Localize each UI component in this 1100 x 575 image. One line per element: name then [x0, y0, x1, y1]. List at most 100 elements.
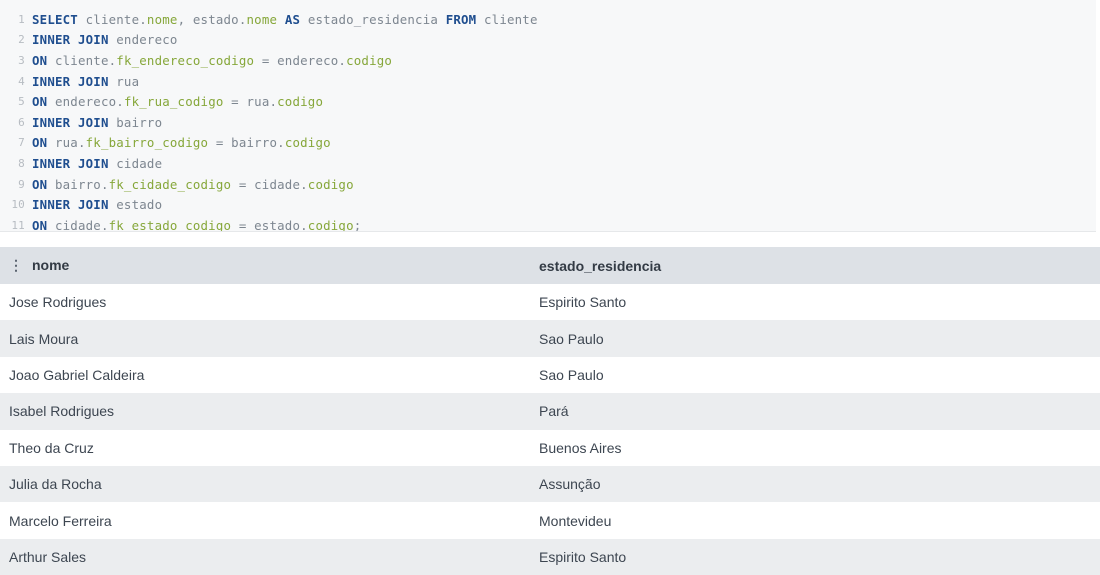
- column-header-label: estado_residencia: [539, 257, 662, 274]
- sql-identifier: rua.: [47, 135, 86, 151]
- column-header-nome[interactable]: ⋮ nome: [0, 247, 528, 284]
- code-line[interactable]: 6 INNER JOIN bairro: [0, 112, 1096, 133]
- cell-nome[interactable]: Lais Moura: [0, 320, 528, 357]
- sql-identifier: cliente: [476, 11, 538, 27]
- sql-property: codigo: [277, 94, 324, 110]
- sql-keyword: AS: [284, 11, 301, 27]
- column-header-label: nome: [32, 257, 70, 273]
- code-line[interactable]: 8 INNER JOIN cidade: [0, 153, 1096, 174]
- sql-identifier: = endereco.: [254, 52, 347, 68]
- table-row[interactable]: Theo da Cruz Buenos Aires: [0, 429, 1100, 466]
- sql-property: fk_rua_codigo: [123, 94, 224, 110]
- cell-nome[interactable]: Marcelo Ferreira: [0, 502, 528, 539]
- cell-estado-residencia[interactable]: Sao Paulo: [528, 356, 1100, 394]
- line-number: 3: [18, 53, 25, 67]
- sql-property: codigo: [346, 52, 393, 68]
- cell-estado-residencia[interactable]: Espirito Santo: [528, 538, 1100, 575]
- cell-nome[interactable]: Arthur Sales: [0, 538, 528, 575]
- cell-estado-residencia[interactable]: Montevideu: [528, 502, 1100, 539]
- cell-nome[interactable]: Jose Rodrigues: [0, 284, 528, 321]
- line-number: 6: [18, 115, 25, 129]
- cell-nome[interactable]: Theo da Cruz: [0, 429, 528, 466]
- table-row[interactable]: Lais Moura Sao Paulo: [0, 320, 1100, 357]
- sql-identifier: = rua.: [223, 94, 278, 110]
- table-row[interactable]: Jose Rodrigues Espirito Santo: [0, 284, 1100, 321]
- cell-nome[interactable]: Isabel Rodrigues: [0, 393, 528, 430]
- table-row[interactable]: Arthur Sales Espirito Santo: [0, 538, 1100, 575]
- sql-identifier: cliente.: [77, 11, 147, 27]
- sql-keyword: INNER JOIN: [32, 155, 109, 171]
- sql-identifier: estado: [108, 197, 163, 213]
- sql-identifier: endereco: [108, 32, 178, 48]
- sql-identifier: = cidade.: [231, 176, 308, 192]
- sql-keyword: INNER JOIN: [32, 73, 109, 89]
- sql-identifier: cidade: [108, 155, 163, 171]
- line-number: 8: [18, 156, 25, 170]
- code-line[interactable]: 3 ON cliente. fk_endereco_codigo = enderec…: [0, 50, 1096, 71]
- sql-keyword: ON: [32, 52, 48, 68]
- code-line[interactable]: 5 ON endereco. fk_rua_codigo = rua. codigo: [0, 91, 1096, 112]
- table-row[interactable]: Julia da Rocha Assunção: [0, 465, 1100, 503]
- line-number: 5: [18, 95, 25, 109]
- sql-identifier: = estado.: [231, 217, 308, 232]
- line-number: 1: [18, 12, 25, 26]
- sql-keyword: ON: [32, 217, 48, 232]
- line-number: 9: [18, 177, 25, 191]
- cell-estado-residencia[interactable]: Sao Paulo: [528, 320, 1100, 357]
- code-line[interactable]: 9 ON bairro. fk_cidade_codigo = cidade. cod…: [0, 174, 1096, 195]
- cell-estado-residencia[interactable]: Espirito Santo: [528, 284, 1100, 321]
- code-line[interactable]: 7 ON rua. fk_bairro_codigo = bairro. codigo: [0, 133, 1096, 154]
- cell-estado-residencia[interactable]: Assunção: [528, 465, 1100, 503]
- sql-keyword: ON: [32, 176, 48, 192]
- sql-property: fk_estado_codigo: [108, 217, 232, 232]
- code-line[interactable]: 11 ON cidade. fk_estado_codigo = estado. co…: [0, 215, 1096, 232]
- sql-property: codigo: [307, 176, 354, 192]
- code-line[interactable]: 2 INNER JOIN endereco: [0, 30, 1096, 51]
- cell-estado-residencia[interactable]: Buenos Aires: [528, 429, 1100, 466]
- sql-keyword: ON: [32, 94, 48, 110]
- sql-property: fk_bairro_codigo: [85, 135, 209, 151]
- sql-identifier: = bairro.: [208, 135, 285, 151]
- sql-identifier: [277, 12, 285, 27]
- sql-editor[interactable]: 1 SELECT cliente. nome, estado. nome AS est…: [0, 0, 1096, 232]
- sql-identifier: cidade.: [47, 217, 109, 232]
- cell-estado-residencia[interactable]: Pará: [528, 393, 1100, 430]
- sql-identifier: cliente.: [47, 52, 117, 68]
- sql-keyword: INNER JOIN: [32, 114, 109, 130]
- cell-nome[interactable]: Joao Gabriel Caldeira: [0, 356, 528, 394]
- sql-identifier: ;: [353, 217, 362, 232]
- line-number: 11: [11, 218, 25, 232]
- kebab-menu-icon[interactable]: ⋮: [9, 257, 23, 273]
- sql-property: nome: [246, 11, 278, 27]
- sql-keyword: SELECT: [32, 11, 78, 27]
- code-line[interactable]: 10 INNER JOIN estado: [0, 194, 1096, 215]
- sql-keyword: ON: [32, 135, 48, 151]
- table-row[interactable]: Joao Gabriel Caldeira Sao Paulo: [0, 356, 1100, 394]
- line-number: 2: [18, 33, 25, 47]
- sql-identifier: endereco.: [47, 94, 124, 110]
- column-header-estado-residencia[interactable]: estado_residencia: [528, 247, 1100, 284]
- sql-identifier: rua: [108, 73, 140, 89]
- sql-property: fk_endereco_codigo: [116, 52, 255, 68]
- code-line[interactable]: 4 INNER JOIN rua: [0, 71, 1096, 92]
- results-table: ⋮ nome estado_residencia Jose Rodrigues Es…: [0, 247, 1100, 575]
- sql-keyword: INNER JOIN: [32, 32, 109, 48]
- sql-property: codigo: [307, 217, 354, 232]
- sql-identifier: estado_residencia: [300, 11, 446, 27]
- cell-nome[interactable]: Julia da Rocha: [0, 465, 528, 503]
- sql-keyword: FROM: [445, 11, 477, 27]
- line-number: 4: [18, 74, 25, 88]
- sql-property: codigo: [284, 135, 331, 151]
- table-row[interactable]: Marcelo Ferreira Montevideu: [0, 502, 1100, 539]
- line-number: 7: [18, 136, 25, 150]
- code-area[interactable]: 1 SELECT cliente. nome, estado. nome AS est…: [0, 9, 1096, 232]
- sql-identifier: , estado.: [177, 11, 247, 27]
- sql-identifier: bairro.: [47, 176, 109, 192]
- table-row[interactable]: Isabel Rodrigues Pará: [0, 393, 1100, 430]
- sql-property: nome: [146, 11, 178, 27]
- code-line[interactable]: 1 SELECT cliente. nome, estado. nome AS est…: [0, 9, 1096, 30]
- sql-keyword: INNER JOIN: [32, 197, 109, 213]
- line-number: 10: [11, 198, 25, 212]
- sql-identifier: bairro: [108, 114, 163, 130]
- divider: [0, 232, 1100, 247]
